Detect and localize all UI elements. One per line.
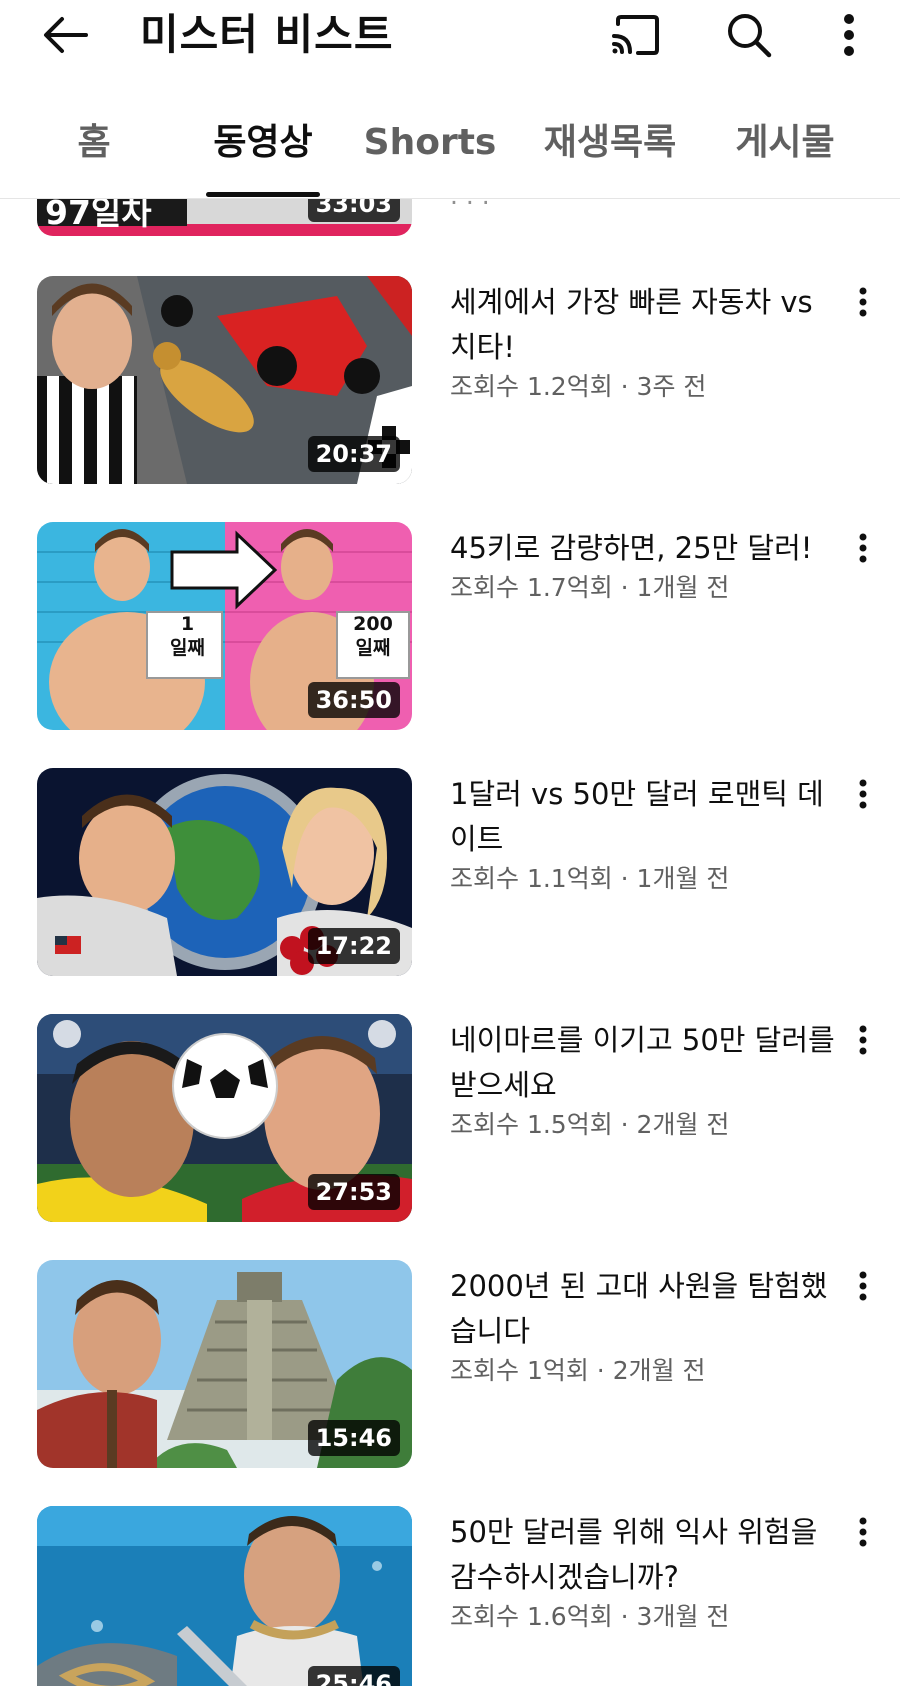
video-thumbnail[interactable]: 17:22 bbox=[37, 768, 412, 976]
video-feed[interactable]: 97일차 33:03 · · · 20:37 세계에서 가장 빠른 자동차 vs… bbox=[0, 0, 900, 1686]
video-info[interactable]: 1달러 vs 50만 달러 로맨틱 데이트 조회수 1.1억회 · 1개월 전 bbox=[450, 768, 840, 896]
video-title[interactable]: 2000년 된 고대 사원을 탐험했습니다 bbox=[450, 1264, 840, 1354]
tab-videos[interactable]: 동영상 bbox=[190, 100, 336, 190]
thumbnail-label: 1 일째 bbox=[170, 613, 205, 659]
cast-icon bbox=[612, 15, 659, 55]
duration-badge: 36:50 bbox=[307, 682, 400, 718]
video-meta: 조회수 1.7억회 · 1개월 전 bbox=[450, 573, 730, 602]
video-title[interactable]: 세계에서 가장 빠른 자동차 vs 치타! bbox=[450, 280, 840, 370]
video-title[interactable]: 50만 달러를 위해 익사 위험을 감수하시겠습니까? bbox=[450, 1510, 840, 1600]
duration-badge: 27:53 bbox=[307, 1174, 400, 1210]
tab-home[interactable]: 홈 bbox=[48, 100, 140, 190]
more-vert-icon bbox=[859, 287, 867, 317]
video-menu-button[interactable] bbox=[848, 772, 878, 816]
more-vert-icon bbox=[859, 779, 867, 809]
video-item[interactable]: 15:46 2000년 된 고대 사원을 탐험했습니다 조회수 1억회 · 2개… bbox=[0, 1260, 900, 1470]
video-menu-button[interactable] bbox=[848, 1510, 878, 1554]
tab-posts[interactable]: 게시물 bbox=[720, 100, 850, 190]
more-vert-icon bbox=[859, 1271, 867, 1301]
back-arrow-icon bbox=[44, 17, 88, 53]
video-item[interactable]: 25:46 50만 달러를 위해 익사 위험을 감수하시겠습니까? 조회수 1.… bbox=[0, 1506, 900, 1686]
back-button[interactable] bbox=[36, 6, 94, 64]
app-bar: 미스터 비스트 bbox=[0, 0, 900, 70]
video-info[interactable]: 50만 달러를 위해 익사 위험을 감수하시겠습니까? 조회수 1.6억회 · … bbox=[450, 1506, 840, 1634]
video-item[interactable]: 20:37 세계에서 가장 빠른 자동차 vs 치타! 조회수 1.2억회 · … bbox=[0, 276, 900, 486]
search-icon bbox=[728, 14, 772, 58]
video-meta: 조회수 1.2억회 · 3주 전 bbox=[450, 372, 707, 401]
video-info[interactable]: 세계에서 가장 빠른 자동차 vs 치타! 조회수 1.2억회 · 3주 전 bbox=[450, 276, 840, 404]
video-item[interactable]: 27:53 네이마르를 이기고 50만 달러를 받으세요 조회수 1.5억회 ·… bbox=[0, 1014, 900, 1224]
active-tab-indicator bbox=[206, 192, 320, 197]
video-item[interactable]: 17:22 1달러 vs 50만 달러 로맨틱 데이트 조회수 1.1억회 · … bbox=[0, 768, 900, 978]
video-item[interactable]: 1 일째 200 일째 36:50 45키로 감량하면, 25만 달러! 조회수… bbox=[0, 522, 900, 732]
video-thumbnail[interactable]: 15:46 bbox=[37, 1260, 412, 1468]
channel-title: 미스터 비스트 bbox=[140, 10, 394, 59]
video-title[interactable]: 45키로 감량하면, 25만 달러! bbox=[450, 526, 840, 571]
video-menu-button[interactable] bbox=[848, 1018, 878, 1062]
video-title[interactable]: 네이마르를 이기고 50만 달러를 받으세요 bbox=[450, 1018, 840, 1108]
video-info[interactable]: 네이마르를 이기고 50만 달러를 받으세요 조회수 1.5억회 · 2개월 전 bbox=[450, 1014, 840, 1142]
search-button[interactable] bbox=[720, 6, 778, 64]
cast-button[interactable] bbox=[606, 6, 664, 64]
video-meta: 조회수 1.1억회 · 1개월 전 bbox=[450, 864, 730, 893]
video-info[interactable]: 2000년 된 고대 사원을 탐험했습니다 조회수 1억회 · 2개월 전 bbox=[450, 1260, 840, 1388]
video-meta: 조회수 1.5억회 · 2개월 전 bbox=[450, 1110, 730, 1139]
more-vert-icon bbox=[844, 14, 854, 56]
channel-tabs: 홈 동영상 Shorts 재생목록 게시물 bbox=[0, 100, 900, 199]
video-title[interactable]: 1달러 vs 50만 달러 로맨틱 데이트 bbox=[450, 772, 840, 862]
video-thumbnail[interactable]: 20:37 bbox=[37, 276, 412, 484]
thumbnail-image bbox=[37, 1506, 412, 1686]
more-options-button[interactable] bbox=[820, 6, 878, 64]
duration-badge: 15:46 bbox=[307, 1420, 400, 1456]
duration-badge: 20:37 bbox=[307, 436, 400, 472]
tab-playlists[interactable]: 재생목록 bbox=[530, 100, 690, 190]
video-thumbnail[interactable]: 25:46 bbox=[37, 1506, 412, 1686]
video-menu-button[interactable] bbox=[848, 1264, 878, 1308]
tab-shorts[interactable]: Shorts bbox=[360, 100, 500, 190]
video-meta: 조회수 1억회 · 2개월 전 bbox=[450, 1356, 706, 1385]
video-menu-button[interactable] bbox=[848, 280, 878, 324]
more-vert-icon bbox=[859, 1025, 867, 1055]
video-thumbnail[interactable]: 27:53 bbox=[37, 1014, 412, 1222]
more-vert-icon bbox=[859, 1517, 867, 1547]
video-meta: 조회수 1.6억회 · 3개월 전 bbox=[450, 1602, 730, 1631]
video-menu-button[interactable] bbox=[848, 526, 878, 570]
more-vert-icon bbox=[859, 533, 867, 563]
duration-badge: 25:46 bbox=[307, 1666, 400, 1686]
video-info[interactable]: 45키로 감량하면, 25만 달러! 조회수 1.7억회 · 1개월 전 bbox=[450, 522, 840, 605]
thumbnail-label: 200 일째 bbox=[353, 613, 393, 659]
duration-badge: 17:22 bbox=[307, 928, 400, 964]
video-thumbnail[interactable]: 1 일째 200 일째 36:50 bbox=[37, 522, 412, 730]
